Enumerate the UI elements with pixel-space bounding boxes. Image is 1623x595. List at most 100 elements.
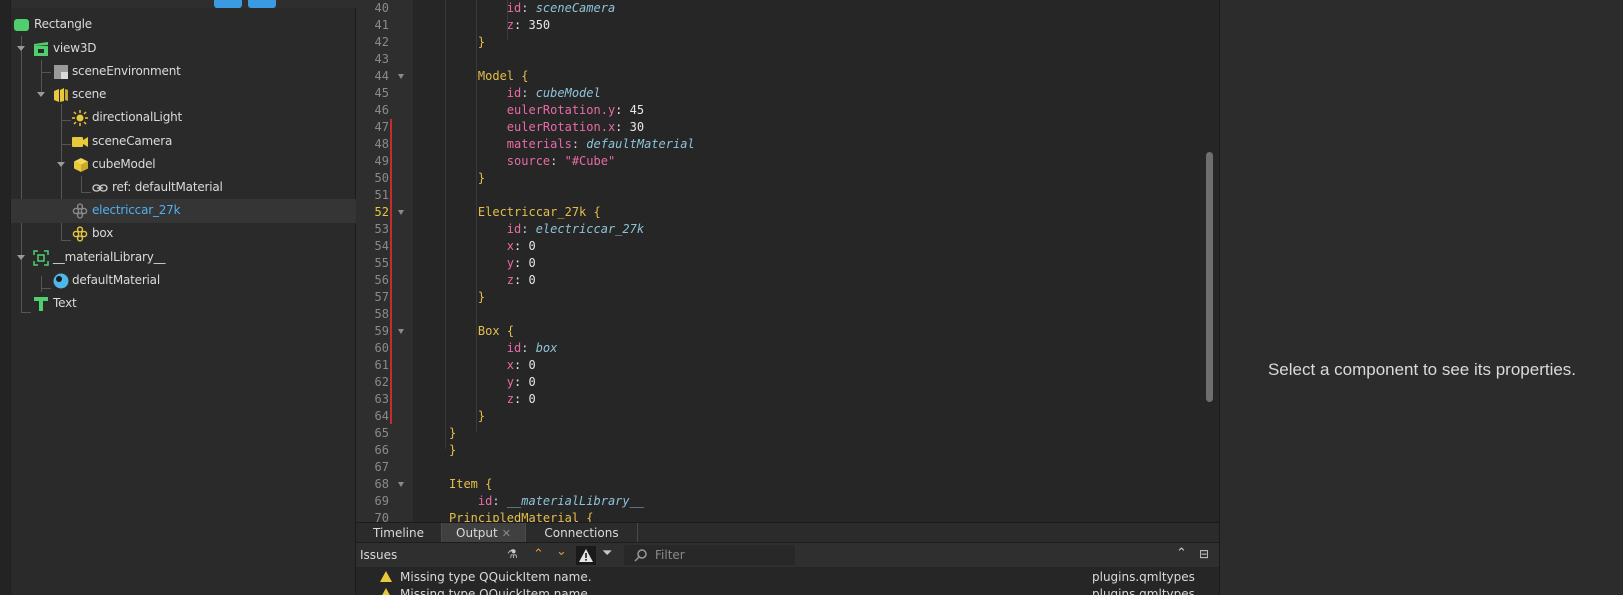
fold-arrow-icon[interactable]	[398, 74, 404, 79]
issue-message: Missing type QQuickItem name.	[400, 570, 592, 584]
expand-arrow-icon[interactable]	[57, 162, 65, 167]
chevron-up-icon[interactable]: ⌃	[1176, 546, 1187, 561]
tree-item-scene-camera[interactable]: sceneCamera	[11, 130, 356, 154]
editor-scrollbar[interactable]	[1206, 152, 1213, 402]
close-icon[interactable]: ✕	[502, 527, 511, 540]
code-line[interactable]: }	[449, 34, 1249, 51]
expand-arrow-icon[interactable]	[37, 92, 45, 97]
code-line[interactable]: id: sceneCamera	[449, 0, 1249, 17]
warnings-toggle[interactable]	[576, 546, 596, 565]
tree-item-directional-light[interactable]: directionalLight	[11, 106, 356, 130]
tree-item-default-material[interactable]: defaultMaterial	[11, 269, 356, 293]
code-line[interactable]: y: 0	[449, 255, 1249, 272]
tree-item-box[interactable]: box	[11, 222, 356, 246]
line-number: 47	[374, 120, 389, 134]
warning-icon	[380, 571, 392, 582]
code-line[interactable]	[449, 306, 1249, 323]
tab-timeline[interactable]: Timeline	[356, 523, 442, 543]
code-token: "#Cube"	[564, 154, 616, 168]
code-token: :	[492, 494, 507, 508]
code-line[interactable]: eulerRotation.y: 45	[449, 102, 1249, 119]
tree-item-text[interactable]: Text	[11, 292, 356, 316]
clean-icon[interactable]: ⚗	[507, 547, 518, 561]
code-token: cubeModel	[535, 86, 601, 100]
line-number: 57	[374, 290, 389, 304]
tree-item-material-library[interactable]: __materialLibrary__	[11, 246, 356, 270]
chevron-down-icon[interactable]: ⌄	[556, 544, 567, 559]
code-line[interactable]: Model {	[449, 68, 1249, 85]
code-line[interactable]: x: 0	[449, 357, 1249, 374]
expand-arrow-icon[interactable]	[17, 255, 25, 260]
code-token: : 0	[514, 239, 536, 253]
code-line[interactable]: }	[449, 408, 1249, 425]
tree-item-scene-environment[interactable]: sceneEnvironment	[11, 60, 356, 84]
issue-row[interactable]: Missing type QQuickItem name. plugins.qm…	[356, 569, 1219, 586]
fold-arrow-icon[interactable]	[398, 210, 404, 215]
tree-item-scene[interactable]: scene	[11, 83, 356, 107]
tab-output[interactable]: Output ✕	[442, 523, 526, 543]
code-line[interactable]: z: 0	[449, 272, 1249, 289]
code-line[interactable]: }	[449, 170, 1249, 187]
code-line[interactable]: id: __materialLibrary__	[449, 493, 1249, 510]
toolbar-button-2[interactable]	[248, 0, 276, 8]
code-line[interactable]: Electriccar_27k {	[449, 204, 1249, 221]
tree-item-view3d[interactable]: view3D	[11, 37, 356, 61]
fold-arrow-icon[interactable]	[398, 482, 404, 487]
line-number: 66	[374, 443, 389, 457]
tree-item-rectangle[interactable]: Rectangle	[11, 13, 356, 37]
code-line[interactable]: eulerRotation.x: 30	[449, 119, 1249, 136]
line-number: 50	[374, 171, 389, 185]
code-line[interactable]	[449, 187, 1249, 204]
toolbar-button-1[interactable]	[214, 0, 242, 8]
code-line[interactable]: id: cubeModel	[449, 85, 1249, 102]
code-line[interactable]: y: 0	[449, 374, 1249, 391]
code-line[interactable]	[449, 459, 1249, 476]
code-line[interactable]: source: "#Cube"	[449, 153, 1249, 170]
code-token: Item	[449, 477, 478, 491]
tab-label: Timeline	[372, 526, 425, 540]
tree-item-cube-model[interactable]: cubeModel	[11, 153, 356, 177]
code-token: :	[571, 137, 587, 151]
text-icon	[34, 297, 48, 311]
code-line[interactable]: }	[449, 289, 1249, 306]
tab-connections[interactable]: Connections	[526, 523, 638, 543]
chevron-up-icon[interactable]: ⌃	[533, 547, 544, 562]
line-number: 48	[374, 137, 389, 151]
code-line[interactable]: Box {	[449, 323, 1249, 340]
code-line[interactable]: id: electriccar_27k	[449, 221, 1249, 238]
code-line[interactable]	[449, 51, 1249, 68]
maximize-icon[interactable]: ⊟	[1199, 547, 1209, 561]
tree-item-label: electriccar_27k	[92, 203, 181, 217]
code-token: id	[506, 222, 522, 236]
code-line[interactable]: }	[449, 425, 1249, 442]
code-token: eulerRotation.y	[506, 103, 616, 117]
code-token: Electriccar_27k	[477, 205, 587, 219]
code-editor[interactable]: 40 41 42 43 44 45 46 47 48 49 50 51 52 53 54 55 56 57 58 59…	[356, 0, 1219, 525]
code-token: : 45	[615, 103, 645, 117]
line-number: 42	[374, 35, 389, 49]
tree-item-electriccar[interactable]: electriccar_27k	[11, 199, 356, 223]
code-token: z	[506, 18, 515, 32]
code-line[interactable]: Item {	[449, 476, 1249, 493]
tree-item-label: defaultMaterial	[72, 273, 160, 287]
code-line[interactable]: materials: defaultMaterial	[449, 136, 1249, 153]
tab-label: Output	[456, 526, 498, 540]
code-line[interactable]: z: 350	[449, 17, 1249, 34]
code-line[interactable]: x: 0	[449, 238, 1249, 255]
expand-arrow-icon[interactable]	[17, 46, 25, 51]
line-number: 51	[374, 188, 389, 202]
code-token: id	[506, 86, 522, 100]
filter-input[interactable]: Filter	[624, 545, 795, 565]
code-line[interactable]: }	[449, 442, 1249, 459]
tree-item-material-ref[interactable]: ref: defaultMaterial	[11, 176, 356, 200]
issue-row[interactable]: Missing type QQuickItem name. plugins.qm…	[356, 586, 1219, 595]
code-line[interactable]: z: 0	[449, 391, 1249, 408]
fold-arrow-icon[interactable]	[398, 329, 404, 334]
filter-icon[interactable]: ⏷	[602, 546, 612, 561]
code-line[interactable]: id: box	[449, 340, 1249, 357]
